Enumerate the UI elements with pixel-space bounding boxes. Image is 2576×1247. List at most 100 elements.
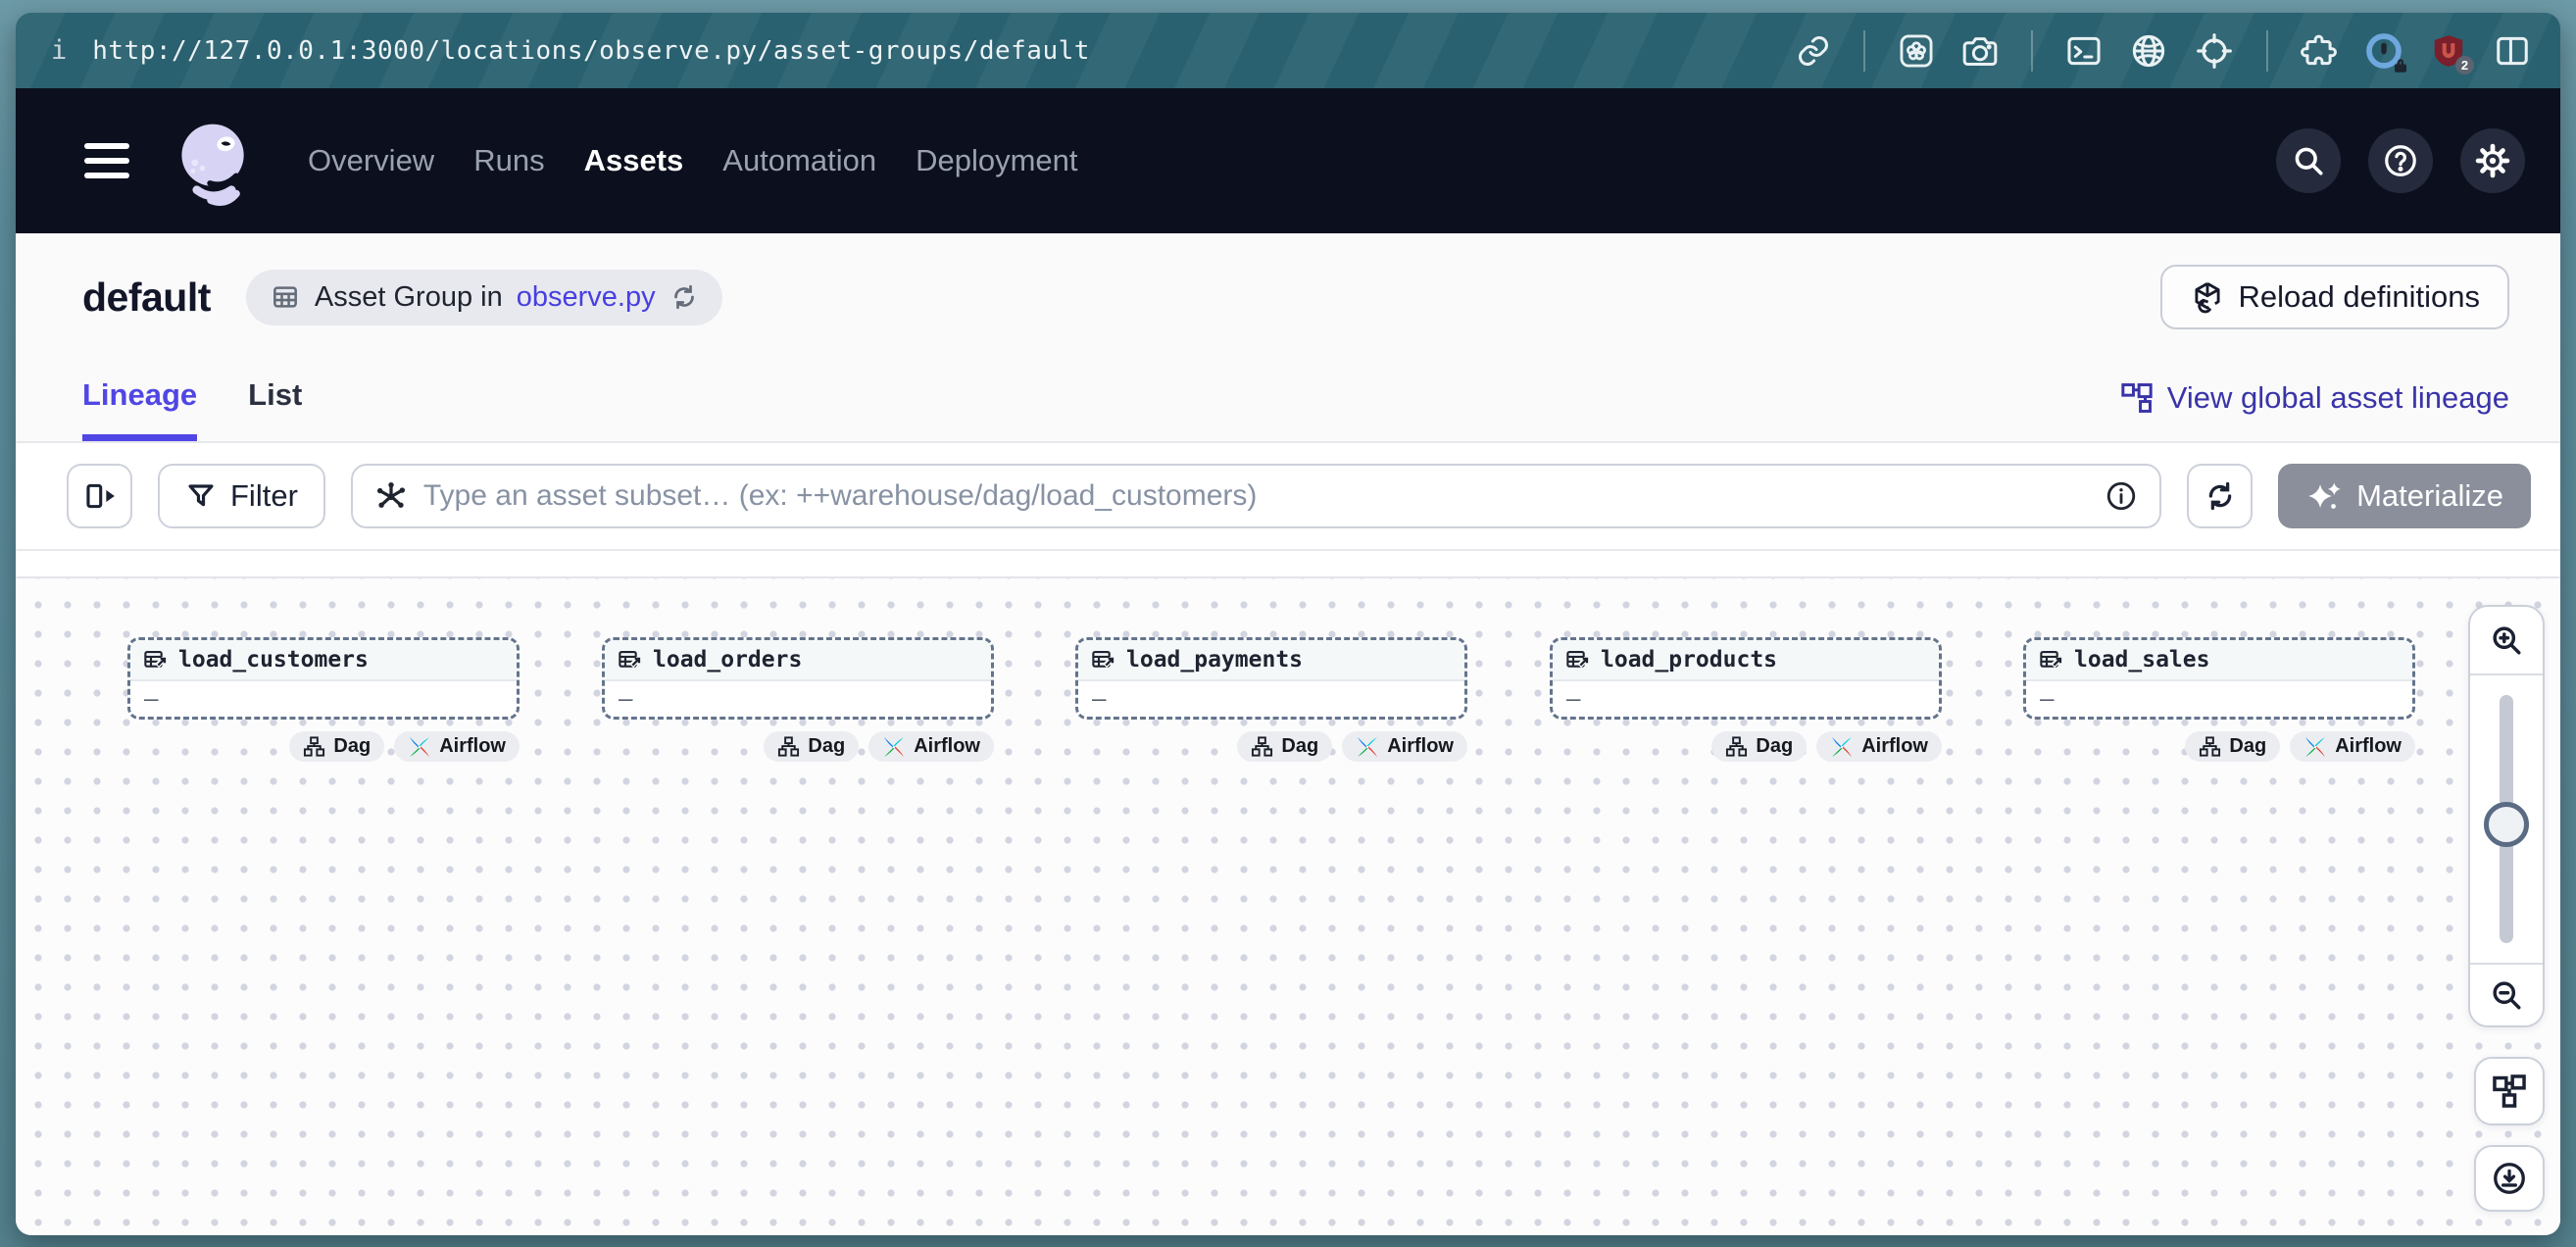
global-lineage-icon: [2120, 381, 2154, 415]
titlebar-divider: [2031, 30, 2033, 72]
refresh-graph-button[interactable]: [2187, 464, 2253, 528]
dagster-logo[interactable]: [169, 116, 259, 206]
url-bar[interactable]: http://127.0.0.1:3000/locations/observe.…: [92, 36, 1090, 66]
materialize-label: Materialize: [2356, 478, 2503, 514]
search-button[interactable]: [2276, 128, 2341, 193]
lineage-canvas[interactable]: load_customers – Dag Airflow: [16, 578, 2560, 1235]
airflow-icon: [2304, 735, 2327, 759]
table-asset-icon: [1564, 647, 1591, 673]
crosshair-target-icon[interactable]: [2195, 31, 2234, 71]
container-flower-icon[interactable]: [1898, 32, 1935, 70]
airflow-icon: [1356, 735, 1379, 759]
refresh-icon: [2204, 479, 2237, 513]
page-header: default Asset Group in observe.py Reload…: [16, 233, 2560, 443]
tag-label: Airflow: [1861, 735, 1928, 758]
asset-group-badge: Asset Group in observe.py: [246, 270, 722, 325]
help-button[interactable]: [2368, 128, 2433, 193]
zoom-slider[interactable]: [2470, 675, 2543, 963]
view-global-label: View global asset lineage: [2167, 380, 2509, 416]
rearrange-graph-button[interactable]: [2474, 1057, 2545, 1125]
sidebar-toggle-icon[interactable]: [2494, 32, 2531, 70]
asset-node: load_customers – Dag Airflow: [127, 637, 520, 762]
tag-dag[interactable]: Dag: [764, 731, 859, 762]
asset-subset-input-wrapper[interactable]: [351, 464, 2161, 528]
asset-node-status: –: [1553, 681, 1939, 717]
nav-item-automation[interactable]: Automation: [722, 143, 876, 178]
graph-header-strip: [16, 551, 2560, 578]
extensions-puzzle-icon[interactable]: [2301, 32, 2338, 70]
airflow-icon: [882, 735, 906, 759]
tab-lineage[interactable]: Lineage: [82, 377, 197, 441]
view-global-asset-lineage-link[interactable]: View global asset lineage: [2120, 380, 2509, 441]
page-info-icon[interactable]: i: [51, 35, 67, 66]
zoom-in-icon: [2489, 623, 2524, 658]
terminal-icon[interactable]: [2065, 32, 2103, 70]
asset-node-name: load_sales: [2074, 647, 2209, 673]
dag-icon: [777, 735, 800, 758]
tag-airflow[interactable]: Airflow: [1342, 731, 1467, 762]
asset-node-box[interactable]: load_sales –: [2023, 637, 2415, 720]
tag-dag[interactable]: Dag: [2185, 731, 2280, 762]
open-side-panel-button[interactable]: [67, 464, 132, 528]
asset-node: load_sales – Dag Airflow: [2023, 637, 2415, 762]
tag-airflow[interactable]: Airflow: [394, 731, 520, 762]
zoom-in-button[interactable]: [2470, 607, 2543, 675]
tab-bar: Lineage List: [82, 377, 302, 441]
tab-list[interactable]: List: [248, 377, 302, 441]
zoom-slider-thumb[interactable]: [2484, 802, 2529, 847]
tag-dag[interactable]: Dag: [1711, 731, 1807, 762]
zoom-control-panel: [2468, 605, 2545, 1027]
nav-item-runs[interactable]: Runs: [473, 143, 544, 178]
asset-node: load_payments – Dag Airflow: [1075, 637, 1467, 762]
sync-icon[interactable]: [669, 282, 699, 312]
download-icon: [2491, 1160, 2528, 1197]
materialize-button[interactable]: Materialize: [2278, 464, 2531, 528]
lineage-toolbar: Filter Materialize: [16, 443, 2560, 551]
titlebar-divider: [1863, 30, 1865, 72]
help-icon: [2382, 142, 2419, 179]
filter-button[interactable]: Filter: [158, 464, 325, 528]
hamburger-menu-icon[interactable]: [84, 143, 129, 178]
info-icon[interactable]: [2105, 479, 2138, 513]
tag-dag[interactable]: Dag: [1237, 731, 1332, 762]
dag-icon: [2199, 735, 2221, 758]
screenshot-camera-icon[interactable]: [1961, 32, 1999, 70]
tag-label: Dag: [2229, 735, 2266, 758]
tag-airflow[interactable]: Airflow: [868, 731, 994, 762]
zoom-out-button[interactable]: [2470, 963, 2543, 1025]
tag-airflow[interactable]: Airflow: [1816, 731, 1942, 762]
tag-dag[interactable]: Dag: [289, 731, 384, 762]
asset-node-box[interactable]: load_products –: [1550, 637, 1942, 720]
funnel-icon: [185, 480, 217, 512]
asset-node-box[interactable]: load_orders –: [602, 637, 994, 720]
asset-subset-input[interactable]: [423, 479, 2089, 513]
nav-item-assets[interactable]: Assets: [584, 143, 684, 178]
badge-text: Asset Group in: [315, 281, 503, 314]
gear-icon: [2474, 142, 2511, 179]
asset-node: load_products – Dag Airflow: [1550, 637, 1942, 762]
asset-node-status: –: [2026, 681, 2412, 717]
asset-node-box[interactable]: load_customers –: [127, 637, 520, 720]
copy-link-icon[interactable]: [1796, 33, 1831, 69]
tag-label: Airflow: [914, 735, 980, 758]
badge-file-link[interactable]: observe.py: [517, 281, 656, 314]
reload-definitions-button[interactable]: Reload definitions: [2160, 265, 2509, 329]
nav-item-deployment[interactable]: Deployment: [916, 143, 1077, 178]
shield-badge-count: 2: [2455, 56, 2474, 75]
sparkles-icon: [2305, 477, 2343, 515]
dag-icon: [1251, 735, 1273, 758]
tag-airflow[interactable]: Airflow: [2290, 731, 2415, 762]
asset-node: load_orders – Dag Airflow: [602, 637, 994, 762]
nav-item-overview[interactable]: Overview: [308, 143, 434, 178]
adblock-shield-icon[interactable]: 2: [2430, 32, 2467, 70]
download-image-button[interactable]: [2474, 1145, 2545, 1212]
password-manager-icon[interactable]: [2364, 31, 2403, 71]
filter-label: Filter: [230, 478, 298, 514]
globe-icon[interactable]: [2129, 31, 2168, 71]
table-asset-icon: [142, 647, 169, 673]
settings-button[interactable]: [2460, 128, 2525, 193]
airflow-icon: [1830, 735, 1854, 759]
tag-label: Dag: [808, 735, 845, 758]
tag-label: Dag: [1281, 735, 1318, 758]
asset-node-box[interactable]: load_payments –: [1075, 637, 1467, 720]
